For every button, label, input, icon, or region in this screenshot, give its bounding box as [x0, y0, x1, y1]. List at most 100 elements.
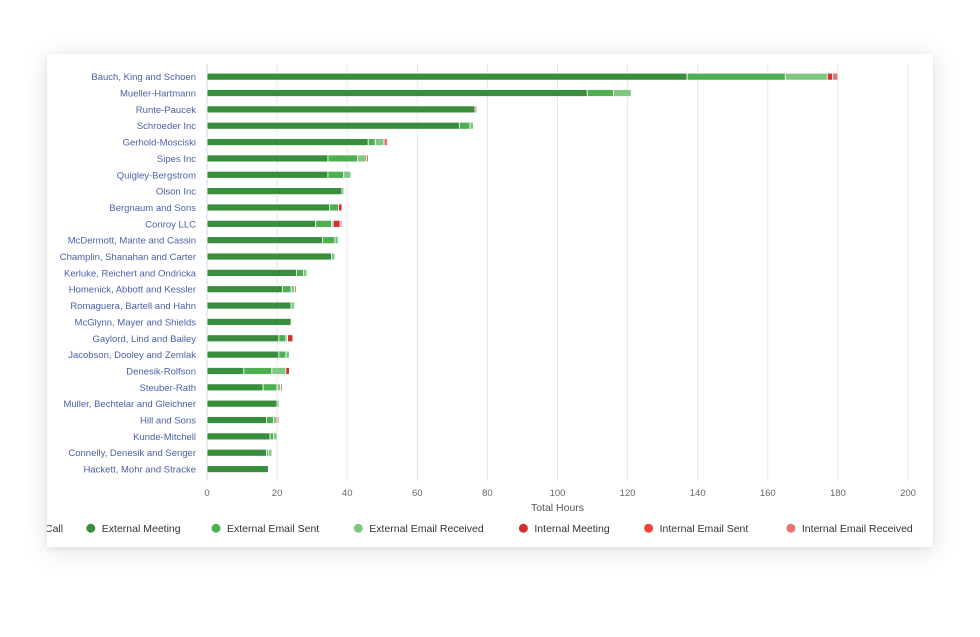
bar-segment-external-meeting[interactable]: [206, 105, 476, 114]
bar-segment-external-email-received[interactable]: [469, 121, 474, 130]
bar-segment-internal-meeting[interactable]: [285, 367, 290, 375]
bar-segment-external-meeting[interactable]: [206, 236, 324, 245]
bar-segment-external-email-sent[interactable]: [458, 121, 471, 130]
bar-segment-external-email-received[interactable]: [267, 448, 273, 457]
bar-segment-external-meeting[interactable]: [206, 187, 343, 196]
bar-segment-external-email-sent[interactable]: [278, 334, 287, 343]
bar-segment-external-meeting[interactable]: [206, 448, 267, 457]
bar-segment-external-meeting[interactable]: [206, 268, 297, 277]
bar-segment-internal-email-received[interactable]: [339, 219, 343, 228]
legend-item-internal-email-sent[interactable]: Internal Email Sent: [644, 523, 748, 535]
bar-segment-internal-meeting[interactable]: [287, 334, 294, 343]
bar-segment-external-meeting[interactable]: [206, 121, 460, 130]
bar-segment-external-email-received[interactable]: [285, 350, 290, 359]
legend-marker: [644, 523, 654, 533]
bar-segment-external-email-sent[interactable]: [269, 432, 274, 441]
bar-segment-external-email-received[interactable]: [357, 154, 367, 163]
bar-segment-external-email-sent[interactable]: [367, 138, 376, 146]
category-labels: Bauch, King and Schoen Mueller-Hartmann Ru…: [60, 72, 197, 475]
bar-segment-external-meeting[interactable]: [206, 318, 292, 326]
x-tick-label: 40: [342, 488, 353, 499]
bar-segment-internal-meeting[interactable]: [338, 203, 343, 212]
bar-segment-external-email-sent[interactable]: [281, 285, 292, 294]
bar-segment-external-meeting[interactable]: [206, 170, 329, 179]
bar-segment-external-email-sent[interactable]: [262, 383, 278, 392]
bar-segment-external-email-received[interactable]: [343, 170, 352, 179]
category-label: Mueller-Hartmann: [120, 89, 196, 100]
category-label: Quigley-Bergstrom: [117, 170, 196, 181]
bar-segment-external-meeting[interactable]: [206, 285, 283, 294]
bar-segment-external-meeting[interactable]: [206, 399, 278, 408]
bar-segment-external-meeting[interactable]: [206, 252, 332, 261]
legend-marker: [786, 523, 796, 533]
bar-segment-internal-email-sent[interactable]: [366, 154, 369, 163]
category-label: McDermott, Mante and Cassin: [68, 236, 196, 247]
legend-label: Internal Email Sent: [660, 523, 749, 535]
bar-segment-external-email-sent[interactable]: [243, 367, 273, 375]
bar-segment-external-meeting[interactable]: [206, 367, 245, 375]
bar-segment-internal-meeting[interactable]: [826, 72, 834, 81]
bar-segment-external-meeting[interactable]: [206, 301, 292, 310]
bar-segment-internal-email-received[interactable]: [280, 383, 283, 392]
bar-segment-external-meeting[interactable]: [206, 138, 369, 146]
bar-segment-external-meeting[interactable]: [206, 432, 271, 441]
bar-segment-external-meeting[interactable]: [206, 219, 317, 228]
legend-item-call[interactable]: Call: [47, 523, 63, 535]
bar-segment-external-email-sent[interactable]: [686, 72, 786, 81]
category-label: Olson Inc: [156, 187, 196, 198]
bar-segment-external-email-received[interactable]: [290, 285, 296, 294]
bar-segment-external-meeting[interactable]: [206, 383, 264, 392]
legend-label: External Email Received: [369, 523, 484, 535]
bar-segment-external-email-received[interactable]: [290, 301, 296, 310]
bar-segment-external-email-received[interactable]: [276, 383, 282, 392]
bar-segment-external-meeting[interactable]: [206, 416, 267, 424]
bar-segment-external-email-sent[interactable]: [341, 187, 345, 196]
bar-segment-external-email-sent[interactable]: [322, 236, 336, 245]
bar-segment-external-meeting[interactable]: [206, 203, 331, 212]
bar-segment-external-email-received[interactable]: [613, 89, 632, 97]
bar-segment-internal-email-received[interactable]: [383, 138, 388, 146]
bar-segment-external-email-received[interactable]: [784, 72, 828, 81]
bar-segment-external-meeting[interactable]: [206, 154, 329, 163]
category-label: Steuber-Rath: [139, 383, 196, 394]
bar-segment-internal-email-received[interactable]: [276, 416, 280, 424]
legend-item-external-email-received[interactable]: External Email Received: [353, 523, 484, 535]
bar-segment-external-email-sent[interactable]: [315, 219, 332, 228]
bar-segment-external-email-sent[interactable]: [276, 399, 280, 408]
bar-segment-external-email-received[interactable]: [273, 416, 278, 424]
bar-segment-external-email-received[interactable]: [334, 236, 339, 245]
bar-segment-external-email-received[interactable]: [302, 268, 308, 277]
x-tick-label: 80: [482, 488, 493, 499]
bar-segment-external-meeting[interactable]: [206, 350, 280, 359]
bar-segment-external-email-received[interactable]: [271, 367, 287, 375]
bar-segment-external-email-sent[interactable]: [278, 350, 287, 359]
bar-segment-external-meeting[interactable]: [206, 465, 269, 473]
legend-item-internal-meeting[interactable]: Internal Meeting: [518, 523, 610, 535]
bar-segment-internal-email-received[interactable]: [832, 72, 839, 81]
legend-label: Internal Email Received: [802, 523, 913, 535]
bar-segment-external-email-sent[interactable]: [327, 170, 345, 179]
legend-item-external-meeting[interactable]: External Meeting: [86, 523, 181, 535]
legend-item-external-email-sent[interactable]: External Email Sent: [211, 523, 320, 535]
legend-label: Call: [47, 523, 63, 535]
legend-item-internal-email-received[interactable]: Internal Email Received: [786, 523, 913, 535]
bar-segment-external-email-sent[interactable]: [329, 203, 339, 212]
bar-segment-external-email-sent[interactable]: [586, 89, 614, 97]
bar-segment-external-email-sent[interactable]: [295, 268, 304, 277]
category-label: Jacobson, Dooley and Zemlak: [68, 350, 196, 361]
bar-segment-internal-email-received[interactable]: [294, 285, 297, 294]
bar-segment-external-email-received[interactable]: [374, 138, 385, 146]
category-label: Kerluke, Reichert and Ondricka: [64, 268, 197, 279]
category-label: Denesik-Rolfson: [126, 366, 196, 377]
bar-segment-external-email-sent[interactable]: [266, 416, 274, 424]
bar-segment-external-meeting[interactable]: [206, 89, 588, 97]
legend-label: External Meeting: [102, 523, 181, 535]
bar-segment-external-email-received[interactable]: [273, 432, 278, 441]
bar-segment-external-email-received[interactable]: [331, 252, 336, 261]
bar-segment-internal-meeting[interactable]: [332, 219, 341, 228]
bar-segment-external-meeting[interactable]: [206, 72, 688, 81]
bar-segment-external-email-sent[interactable]: [327, 154, 359, 163]
bar-segment-internal-email-received[interactable]: [474, 105, 478, 114]
bar-segment-external-meeting[interactable]: [206, 334, 280, 343]
category-label: Connelly, Denesik and Senger: [68, 448, 196, 459]
